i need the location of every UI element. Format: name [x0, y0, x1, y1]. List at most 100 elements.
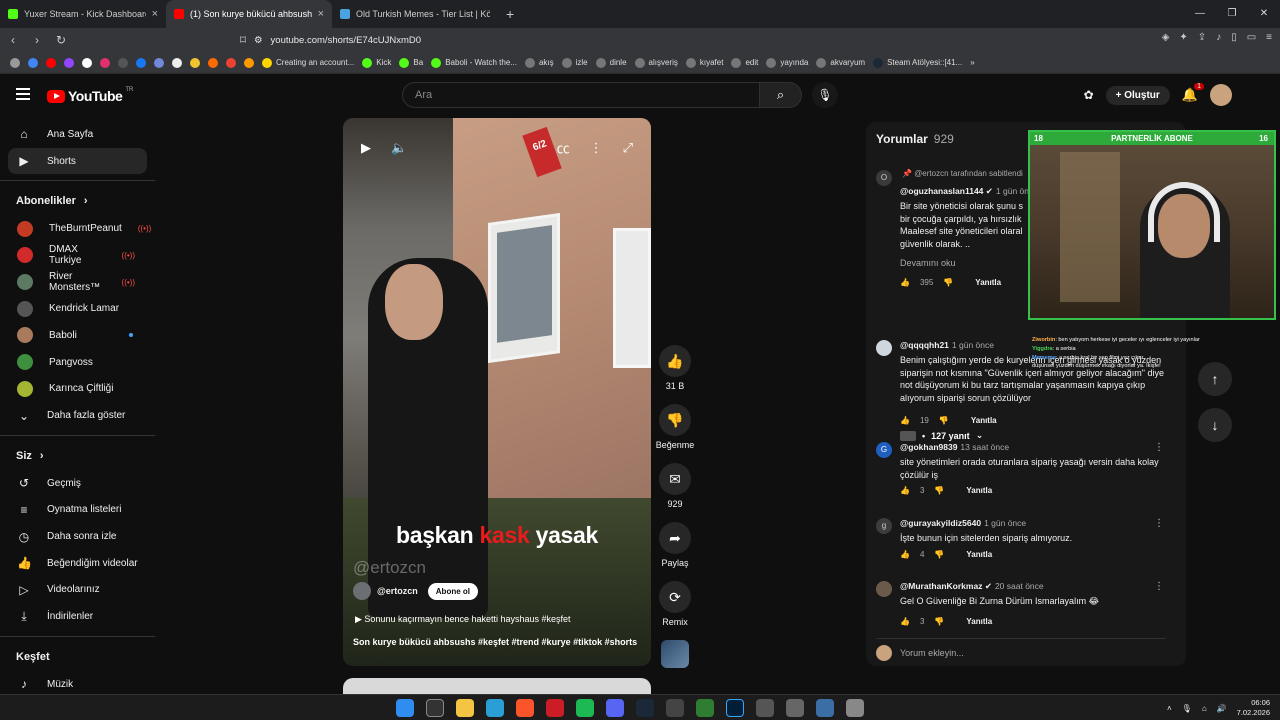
replies-toggle[interactable]: • 127 yanıt ⌄ [900, 430, 983, 441]
bookmark-item[interactable]: Creating an account... [262, 57, 354, 68]
comment-author[interactable]: @gokhan9839 13 saat önce [900, 442, 1009, 452]
thumbs-down-icon[interactable]: 👎 [934, 486, 944, 495]
remix-button[interactable]: ⟳ [659, 581, 691, 613]
thumbs-down-icon[interactable]: 👎 [934, 550, 944, 559]
bookmark-favicon[interactable] [190, 57, 200, 68]
browser-tab-youtube[interactable]: (1) Son kurye bükücü ahbsushs × [166, 0, 332, 28]
sidebar-item-home[interactable]: ⌂ Ana Sayfa [0, 121, 155, 148]
fullscreen-icon[interactable]: ⤢ [623, 140, 633, 156]
reply-button[interactable]: Yanıtla [966, 617, 992, 626]
wallet-icon[interactable]: ▭ [1247, 32, 1256, 43]
app-icon[interactable] [696, 699, 714, 717]
back-icon[interactable]: ‹ [6, 33, 20, 47]
bookmark-folder[interactable]: alışveriş [634, 57, 678, 68]
sidebar-item-shorts[interactable]: ▶ Shorts [8, 147, 147, 175]
bookmark-item[interactable]: Ba [399, 57, 423, 68]
subscribe-button[interactable]: Abone ol [427, 582, 478, 600]
steam-icon[interactable] [636, 699, 654, 717]
like-button[interactable]: 👍 [659, 345, 691, 377]
bookmark-item[interactable]: Steam Atölyesi::[41... [873, 57, 962, 68]
sidebar-item-you[interactable]: ◷ Daha sonra izle [0, 523, 155, 550]
sidebar-item-subscription[interactable]: Kendrick Lamar [0, 295, 155, 322]
discord-icon[interactable] [154, 57, 164, 68]
settings-icon[interactable] [846, 699, 864, 717]
extensions-icon[interactable]: ✦ [1179, 32, 1187, 43]
site-info-icon[interactable]: ⚙ [254, 35, 263, 46]
windows-start-icon[interactable] [396, 699, 414, 717]
account-avatar[interactable] [1210, 84, 1232, 106]
bookmark-folder[interactable]: kıyafet [685, 57, 723, 68]
search-input[interactable]: Ara [402, 82, 760, 108]
sidebar-item-subscription[interactable]: River Monsters™ ((•)) [0, 269, 155, 296]
youtube-logo[interactable]: YouTube TR [47, 87, 133, 104]
mic-icon[interactable]: 🎙 [1182, 704, 1192, 713]
twitch-icon[interactable] [64, 57, 74, 68]
minimize-icon[interactable]: — [1184, 0, 1216, 28]
bookmark-item[interactable]: Baboli - Watch the... [431, 57, 517, 68]
channel-avatar[interactable] [353, 582, 371, 600]
file-explorer-icon[interactable] [456, 699, 474, 717]
bookmarks-overflow[interactable]: » [970, 58, 974, 67]
youtube-icon[interactable] [46, 57, 56, 68]
volume-icon[interactable]: 🔊 [1217, 704, 1227, 713]
search-icon[interactable] [426, 699, 444, 717]
short-description[interactable]: ▶ Sonunu kaçırmayın bence haketti haysha… [355, 614, 571, 625]
sidebar-item-subscription[interactable]: Baboli [0, 322, 155, 349]
opera-icon[interactable] [546, 699, 564, 717]
shield-icon[interactable]: ◈ [1162, 32, 1170, 43]
commenter-avatar[interactable] [876, 581, 892, 597]
amazon-icon[interactable] [244, 57, 254, 68]
comment-author[interactable]: @gurayakyildiz5640 1 gün önce [900, 518, 1026, 528]
show-more-button[interactable]: ⌄ Daha fazla göster [0, 402, 155, 429]
instagram-icon[interactable] [100, 57, 110, 68]
reply-button[interactable]: Yanıtla [975, 278, 1001, 287]
bookmark-folder[interactable]: izle [561, 57, 588, 68]
sidebar-item-you[interactable]: ↺ Geçmiş [0, 470, 155, 497]
google-icon[interactable] [28, 57, 38, 68]
brave-icon[interactable] [516, 699, 534, 717]
maximize-icon[interactable]: ❐ [1216, 0, 1248, 28]
sidebar-item-subscription[interactable]: Pangvoss [0, 349, 155, 376]
thumbs-up-icon[interactable]: 👍 [900, 278, 910, 287]
captions-icon[interactable]: ㏄ [557, 138, 570, 157]
sidebar-item-you[interactable]: ≡ Oynatma listeleri [0, 497, 155, 524]
close-window-icon[interactable]: ✕ [1248, 0, 1280, 28]
play-icon[interactable]: ▶ [361, 140, 371, 156]
x-icon[interactable] [82, 57, 92, 68]
thumbs-up-icon[interactable]: 👍 [900, 617, 910, 626]
thumbs-up-icon[interactable]: 👍 [900, 486, 910, 495]
reply-button[interactable]: Yanıtla [966, 486, 992, 495]
puzzle-icon[interactable]: ✿ [1084, 88, 1094, 102]
browser-tab-tierlist[interactable]: Old Turkish Memes - Tier List | Kör S [332, 0, 498, 28]
sidebar-item-subscription[interactable]: Karınca Çiftliği [0, 376, 155, 403]
menu-icon[interactable] [16, 88, 30, 103]
comment-author[interactable]: @oguzhanaslan1144 ✔ 1 gün ön [900, 186, 1029, 197]
bookmark-folder[interactable]: edit [731, 57, 758, 68]
sidebar-item-you[interactable]: ⤓ İndirilenler [0, 603, 155, 630]
menu-icon[interactable]: ≡ [1266, 32, 1272, 43]
spotify-icon[interactable] [576, 699, 594, 717]
next-short-preview[interactable] [343, 678, 651, 694]
photoshop-icon[interactable] [726, 699, 744, 717]
more-options-icon[interactable]: ⋮ [1154, 442, 1164, 453]
thumbs-down-icon[interactable]: 👎 [934, 617, 944, 626]
next-short-button[interactable]: ↓ [1198, 408, 1232, 442]
bookmark-favicon[interactable] [208, 57, 218, 68]
forward-icon[interactable]: › [30, 33, 44, 47]
read-more-link[interactable]: Devamını oku [900, 258, 956, 268]
gmail-icon[interactable] [226, 57, 236, 68]
bookmark-folder[interactable]: dinle [595, 57, 627, 68]
browser-tab-kick[interactable]: Yuxer Stream - Kick Dashboard × [0, 0, 166, 28]
app-icon[interactable] [666, 699, 684, 717]
edge-icon[interactable] [486, 699, 504, 717]
commenter-avatar[interactable]: G [876, 442, 892, 458]
thumbs-down-icon[interactable]: 👎 [939, 416, 949, 425]
comments-button[interactable]: ✉ [659, 463, 691, 495]
sidebar-item-you[interactable]: 👍 Beğendiğim videolar [0, 550, 155, 577]
app-icon[interactable] [786, 699, 804, 717]
shorts-video-player[interactable]: 6/2 ▶ 🔈 ㏄ ⋮ ⤢ başkan kask yasak @ertozcn… [343, 118, 651, 666]
subscriptions-heading[interactable]: Abonelikler › [0, 187, 155, 215]
bookmark-folder[interactable]: akvaryum [816, 57, 865, 68]
commenter-avatar[interactable]: g [876, 518, 892, 534]
thumbs-up-icon[interactable]: 👍 [900, 550, 910, 559]
